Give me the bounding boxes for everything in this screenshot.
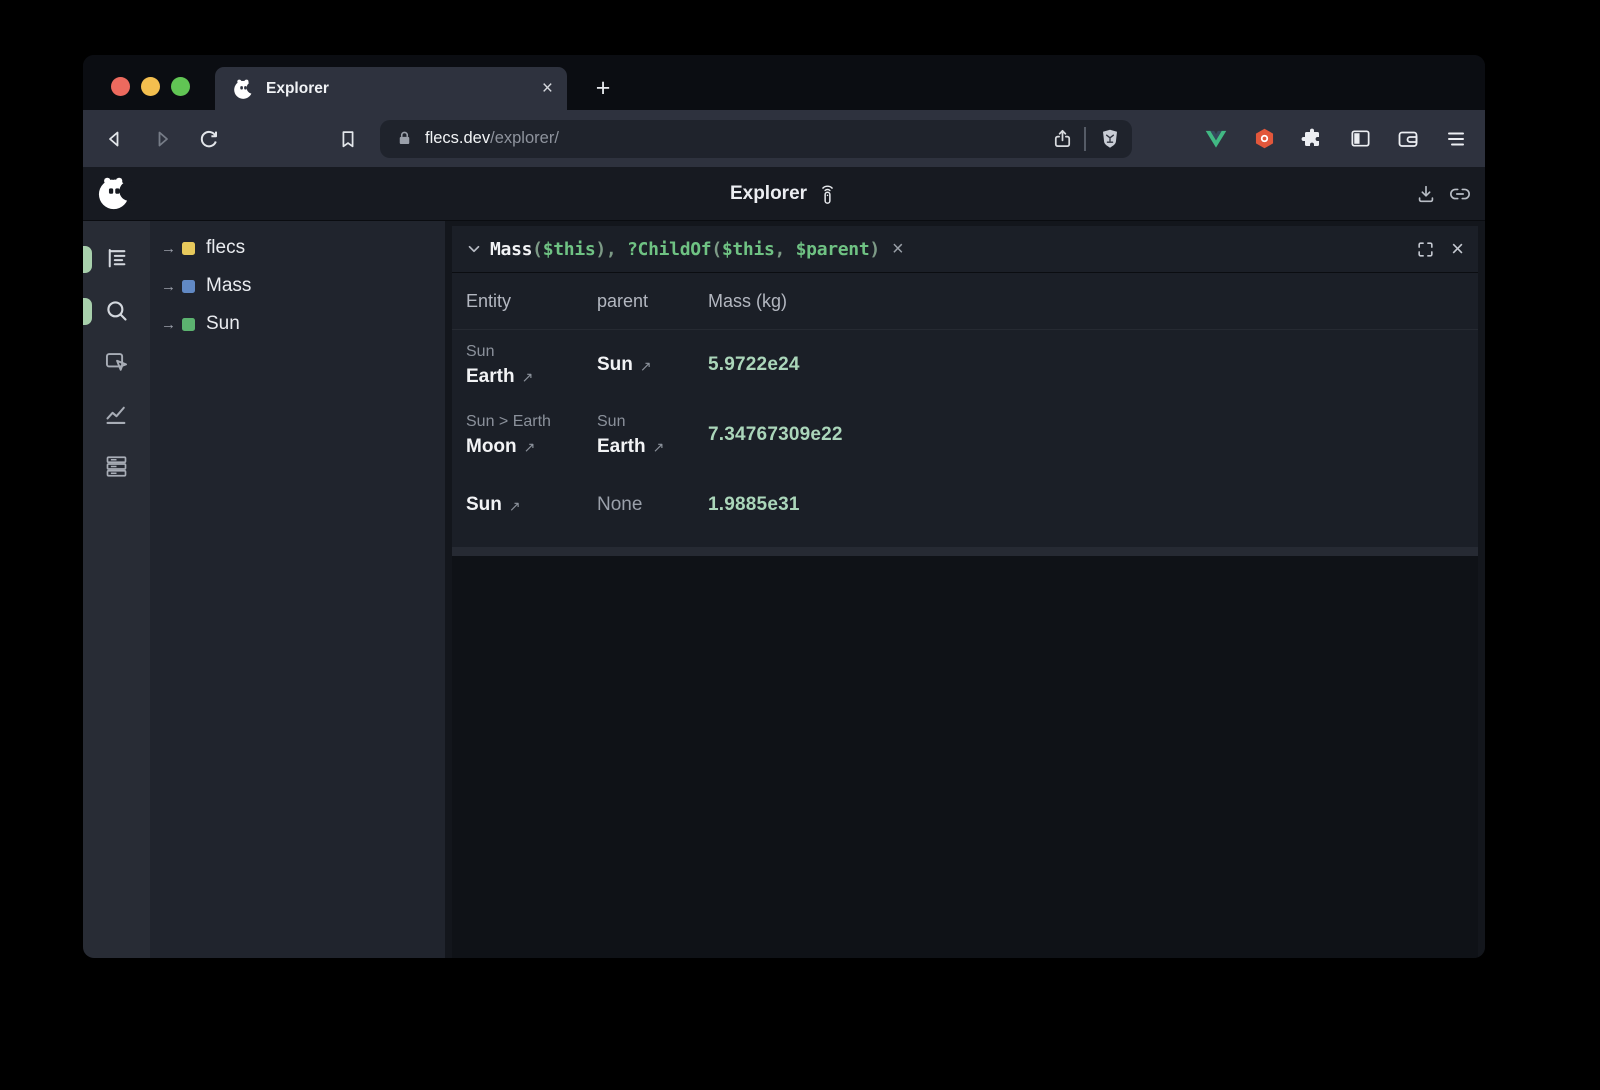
mass-value: 7.34767309e22: [708, 424, 1478, 446]
entity-tree-panel: → flecs → Mass → Sun: [150, 221, 445, 958]
commands-icon[interactable]: [94, 443, 140, 489]
query-header: Mass($this), ?ChildOf($this, $parent) × …: [452, 226, 1478, 273]
new-tab-button[interactable]: +: [587, 72, 619, 104]
query-expression[interactable]: Mass($this), ?ChildOf($this, $parent): [490, 239, 880, 260]
table-row: Sun Earth↗ Sun↗ 5.9722e24: [452, 330, 1478, 400]
mass-value: 5.9722e24: [708, 354, 1478, 376]
brave-shield-icon[interactable]: [1098, 127, 1122, 151]
tree-view-icon[interactable]: [94, 235, 140, 281]
hexagon-extension-icon[interactable]: [1244, 120, 1284, 158]
vue-devtools-extension-icon[interactable]: [1196, 120, 1236, 158]
browser-window: Explorer × + flecs.dev/explorer/: [83, 55, 1485, 958]
minimize-window-button[interactable]: [141, 77, 160, 96]
tree-item-label[interactable]: Mass: [206, 275, 251, 297]
tree-item-label[interactable]: Sun: [206, 313, 240, 335]
flecs-favicon: [233, 78, 255, 100]
active-panel-indicator-search: [83, 298, 92, 325]
result-rows: Sun Earth↗ Sun↗ 5.9722e24 Sun > Earth Mo…: [452, 330, 1478, 547]
mass-value: 1.9885e31: [708, 494, 1478, 516]
expand-arrow-icon[interactable]: →: [161, 240, 179, 257]
browser-toolbar: flecs.dev/explorer/: [83, 110, 1485, 167]
entity-link[interactable]: Sun↗: [466, 491, 597, 519]
tree-item-sun[interactable]: → Sun: [150, 305, 445, 343]
entity-link[interactable]: Moon↗: [466, 433, 597, 461]
address-bar[interactable]: flecs.dev/explorer/: [380, 120, 1132, 158]
bookmark-button[interactable]: [328, 120, 368, 158]
lock-icon[interactable]: [395, 129, 414, 148]
column-header-parent: parent: [597, 291, 708, 312]
link-button[interactable]: [1447, 181, 1473, 207]
wallet-icon[interactable]: [1388, 120, 1428, 158]
sidebar-toggle-icon[interactable]: [1340, 120, 1380, 158]
tree-item-label[interactable]: flecs: [206, 237, 245, 259]
table-row: Sun > Earth Moon↗ Sun Earth↗ 7.34767309e…: [452, 400, 1478, 470]
external-link-arrow-icon: ↗: [640, 356, 652, 376]
expand-arrow-icon[interactable]: →: [161, 278, 179, 295]
remote-connection-icon: [817, 182, 838, 206]
tab-bar: Explorer × +: [83, 55, 1485, 110]
app-header: Explorer: [83, 167, 1485, 221]
tree-item-mass[interactable]: → Mass: [150, 267, 445, 305]
extensions-area: [1196, 120, 1484, 158]
divider: [1084, 127, 1086, 151]
tree-item-flecs[interactable]: → flecs: [150, 229, 445, 267]
clear-query-icon[interactable]: ×: [892, 239, 904, 259]
column-header-entity: Entity: [466, 291, 597, 312]
module-color-swatch: [182, 242, 195, 255]
expand-arrow-icon[interactable]: →: [161, 316, 179, 333]
fullscreen-icon[interactable]: [1416, 240, 1435, 259]
entity-parent-path: Sun > Earth: [466, 410, 597, 433]
chevron-down-icon[interactable]: [462, 240, 486, 258]
chart-icon[interactable]: [94, 391, 140, 437]
back-button[interactable]: [95, 120, 135, 158]
share-icon[interactable]: [1051, 127, 1074, 150]
parent-none-label: None: [597, 491, 708, 519]
content-area: → flecs → Mass → Sun Mass($this), ?Chi: [83, 221, 1485, 958]
parent-link[interactable]: Sun↗: [597, 351, 708, 379]
search-icon[interactable]: [94, 287, 140, 333]
menu-icon[interactable]: [1436, 120, 1476, 158]
url-domain: flecs.dev: [425, 129, 490, 147]
url-path: /explorer/: [490, 129, 559, 147]
close-window-button[interactable]: [111, 77, 130, 96]
browser-tab[interactable]: Explorer ×: [215, 67, 567, 110]
reload-button[interactable]: [189, 120, 229, 158]
component-color-swatch: [182, 280, 195, 293]
entity-parent-path: Sun: [466, 340, 597, 363]
entity-link[interactable]: Earth↗: [466, 363, 597, 391]
url-text: flecs.dev/explorer/: [425, 129, 1051, 148]
zoom-window-button[interactable]: [171, 77, 190, 96]
active-panel-indicator-tree: [83, 246, 92, 273]
external-link-arrow-icon: ↗: [509, 496, 521, 516]
icon-sidebar: [83, 221, 150, 958]
external-link-arrow-icon: ↗: [524, 437, 536, 457]
entity-color-swatch: [182, 318, 195, 331]
column-header-mass: Mass (kg): [708, 291, 1478, 312]
download-button[interactable]: [1413, 181, 1439, 207]
table-row: Sun↗ None 1.9885e31: [452, 470, 1478, 540]
tab-close-icon[interactable]: ×: [542, 79, 553, 98]
panel-empty-area: [452, 556, 1478, 958]
scrollbar-track[interactable]: [452, 547, 1478, 556]
inspector-icon[interactable]: [94, 339, 140, 385]
extensions-puzzle-icon[interactable]: [1292, 120, 1332, 158]
result-table-header: Entity parent Mass (kg): [452, 273, 1478, 330]
traffic-lights: [111, 77, 190, 96]
query-panel: Mass($this), ?ChildOf($this, $parent) × …: [445, 221, 1485, 958]
close-panel-icon[interactable]: ×: [1451, 238, 1464, 260]
page-title: Explorer: [730, 183, 807, 205]
parent-path: Sun: [597, 410, 708, 433]
external-link-arrow-icon: ↗: [522, 367, 534, 387]
external-link-arrow-icon: ↗: [653, 437, 665, 457]
forward-button[interactable]: [142, 120, 182, 158]
tab-title: Explorer: [266, 80, 542, 98]
parent-link[interactable]: Earth↗: [597, 433, 708, 461]
